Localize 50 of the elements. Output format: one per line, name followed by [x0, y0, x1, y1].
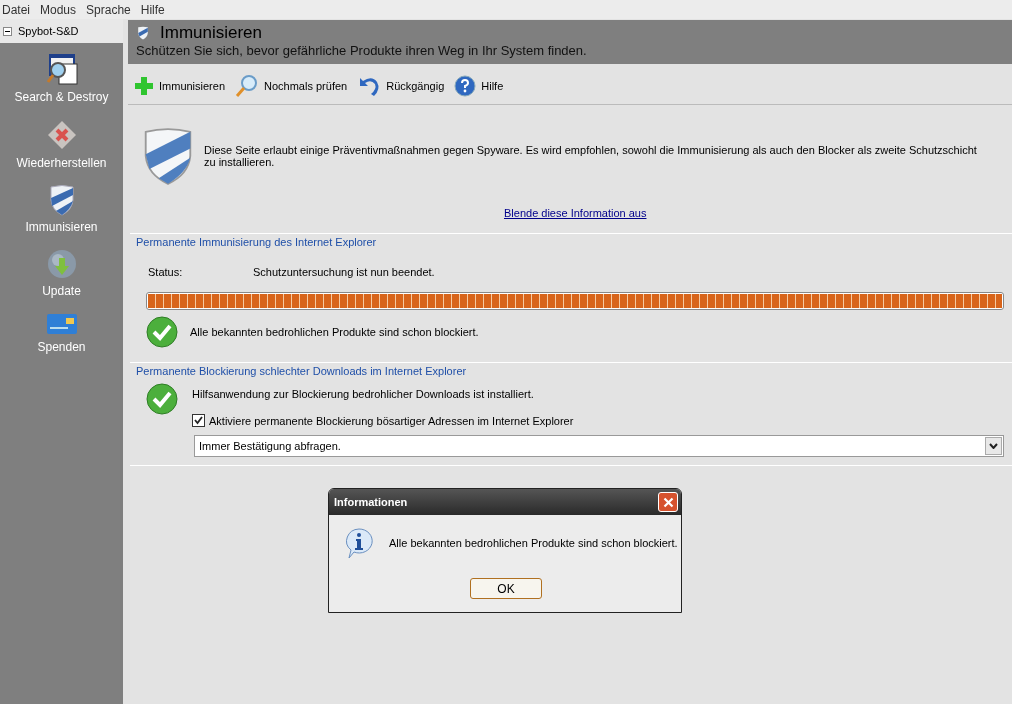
page-title: Immunisieren — [160, 23, 263, 43]
sidebar-title: Spybot-S&D — [18, 25, 79, 37]
menu-item[interactable]: Hilfe — [140, 2, 165, 17]
collapse-icon[interactable] — [3, 26, 12, 36]
window-search-icon — [44, 52, 79, 86]
sidebar-item-label: Search & Destroy — [14, 90, 109, 104]
plus-icon — [134, 76, 154, 96]
dropdown[interactable]: Immer Bestätigung abfragen. — [194, 435, 1004, 457]
toolbar-button[interactable]: Hilfe — [452, 74, 506, 98]
result-text: Hilfsanwendung zur Blockierung bedrohlicher Downloads ist installiert. — [192, 388, 535, 400]
group-title: Permanente Immunisierung des Internet Explorer — [136, 236, 378, 248]
globe-download-icon — [45, 248, 78, 280]
toolbar-button[interactable]: Nochmals prüfen — [233, 74, 350, 98]
status-text: Schutzuntersuchung ist nun beendet. — [253, 266, 435, 278]
close-button[interactable] — [658, 492, 678, 512]
shield-icon — [142, 125, 194, 187]
result-text: Alle bekannten bedrohlichen Produkte sind schon blockiert. — [190, 326, 479, 338]
sidebar-item[interactable]: Spenden — [6, 305, 117, 359]
close-icon — [662, 496, 674, 508]
sidebar-item-label: Wiederherstellen — [16, 156, 107, 170]
sidebar-item-label: Update — [42, 284, 81, 298]
check-icon — [146, 316, 178, 348]
menu-item[interactable]: Modus — [40, 2, 77, 17]
info-text: Diese Seite erlaubt einige Präventivmaßnahmen gegen Spyware. Es wird empfohlen, sowohl die Immunisierung als auch den Blocker als zweite Schutzschicht zu installieren. — [204, 144, 978, 168]
toolbar-button[interactable]: Immunisieren — [132, 74, 228, 98]
ok-button[interactable]: OK — [470, 578, 542, 599]
sidebar-item-label: Spenden — [37, 340, 86, 354]
hide-info-link[interactable]: Blende diese Information aus — [504, 207, 647, 219]
menu-item[interactable]: Sprache — [86, 2, 131, 17]
check-icon — [146, 383, 178, 415]
checkbox[interactable] — [192, 414, 205, 427]
sidebar-item[interactable]: Search & Destroy — [6, 45, 117, 109]
group-title: Permanente Blockierung schlechter Downloads im Internet Explorer — [136, 365, 468, 377]
credit-card-icon — [45, 312, 78, 336]
menu-item[interactable]: Datei — [2, 2, 30, 17]
info-icon — [343, 527, 375, 559]
page-subtitle: Schützen Sie sich, bevor gefährliche Produkte ihren Weg in Ihr System finden. — [136, 43, 588, 58]
dialog-message: Alle bekannten bedrohlichen Produkte sind schon blockiert. — [389, 537, 678, 549]
help-icon — [454, 75, 477, 97]
toolbar-button[interactable]: Rückgängig — [355, 74, 447, 98]
shield-icon — [136, 26, 150, 40]
dialog-title: Informationen — [334, 496, 408, 508]
sidebar-item-label: Immunisieren — [25, 220, 98, 234]
checkbox-label: Aktiviere permanente Blockierung bösartiger Adressen im Internet Explorer — [209, 414, 574, 427]
shield-icon — [47, 184, 76, 216]
sidebar-item[interactable]: Wiederherstellen — [6, 111, 117, 175]
sidebar-item[interactable]: Immunisieren — [6, 177, 117, 239]
status-label: Status: — [148, 266, 184, 278]
search-icon — [235, 74, 260, 98]
sidebar-item[interactable]: Update — [6, 241, 117, 303]
